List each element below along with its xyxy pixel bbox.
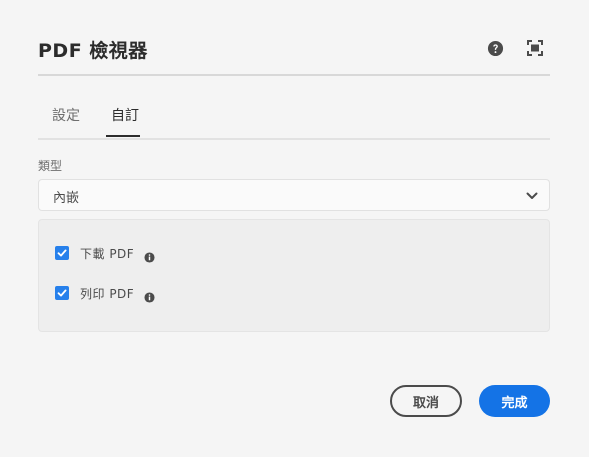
checkmark-icon xyxy=(57,289,67,297)
checkmark-icon xyxy=(57,249,67,257)
dialog-title: PDF 檢視器 xyxy=(38,40,148,62)
cancel-button[interactable]: 取消 xyxy=(390,385,462,417)
print-pdf-label: 列印 PDF xyxy=(80,286,135,301)
done-button[interactable]: 完成 xyxy=(479,385,550,417)
fullscreen-icon[interactable] xyxy=(526,39,544,57)
dialog-header: PDF 檢視器 xyxy=(38,36,550,76)
info-icon[interactable] xyxy=(144,248,155,263)
tab-custom[interactable]: 自訂 xyxy=(111,105,139,125)
print-pdf-checkbox[interactable] xyxy=(55,286,69,300)
active-tab-indicator xyxy=(106,135,140,137)
option-print-pdf: 列印 PDF xyxy=(55,284,155,303)
chevron-down-icon xyxy=(525,188,539,202)
download-pdf-checkbox[interactable] xyxy=(55,246,69,260)
tab-list: 設定 自訂 xyxy=(38,100,550,140)
info-icon[interactable] xyxy=(144,288,155,303)
help-icon[interactable] xyxy=(486,39,504,57)
type-select-value: 內嵌 xyxy=(53,191,80,206)
download-pdf-label: 下載 PDF xyxy=(80,246,135,261)
type-label: 類型 xyxy=(38,159,63,173)
option-download-pdf: 下載 PDF xyxy=(55,244,155,263)
tab-settings[interactable]: 設定 xyxy=(52,105,80,125)
header-actions xyxy=(486,39,544,57)
options-panel: 下載 PDF 列印 PDF xyxy=(38,219,550,332)
pdf-viewer-dialog: PDF 檢視器 設定 自訂 類型 內嵌 下載 PDF 列印 PDF 取消 完成 xyxy=(0,0,589,457)
type-select[interactable]: 內嵌 xyxy=(38,179,550,211)
